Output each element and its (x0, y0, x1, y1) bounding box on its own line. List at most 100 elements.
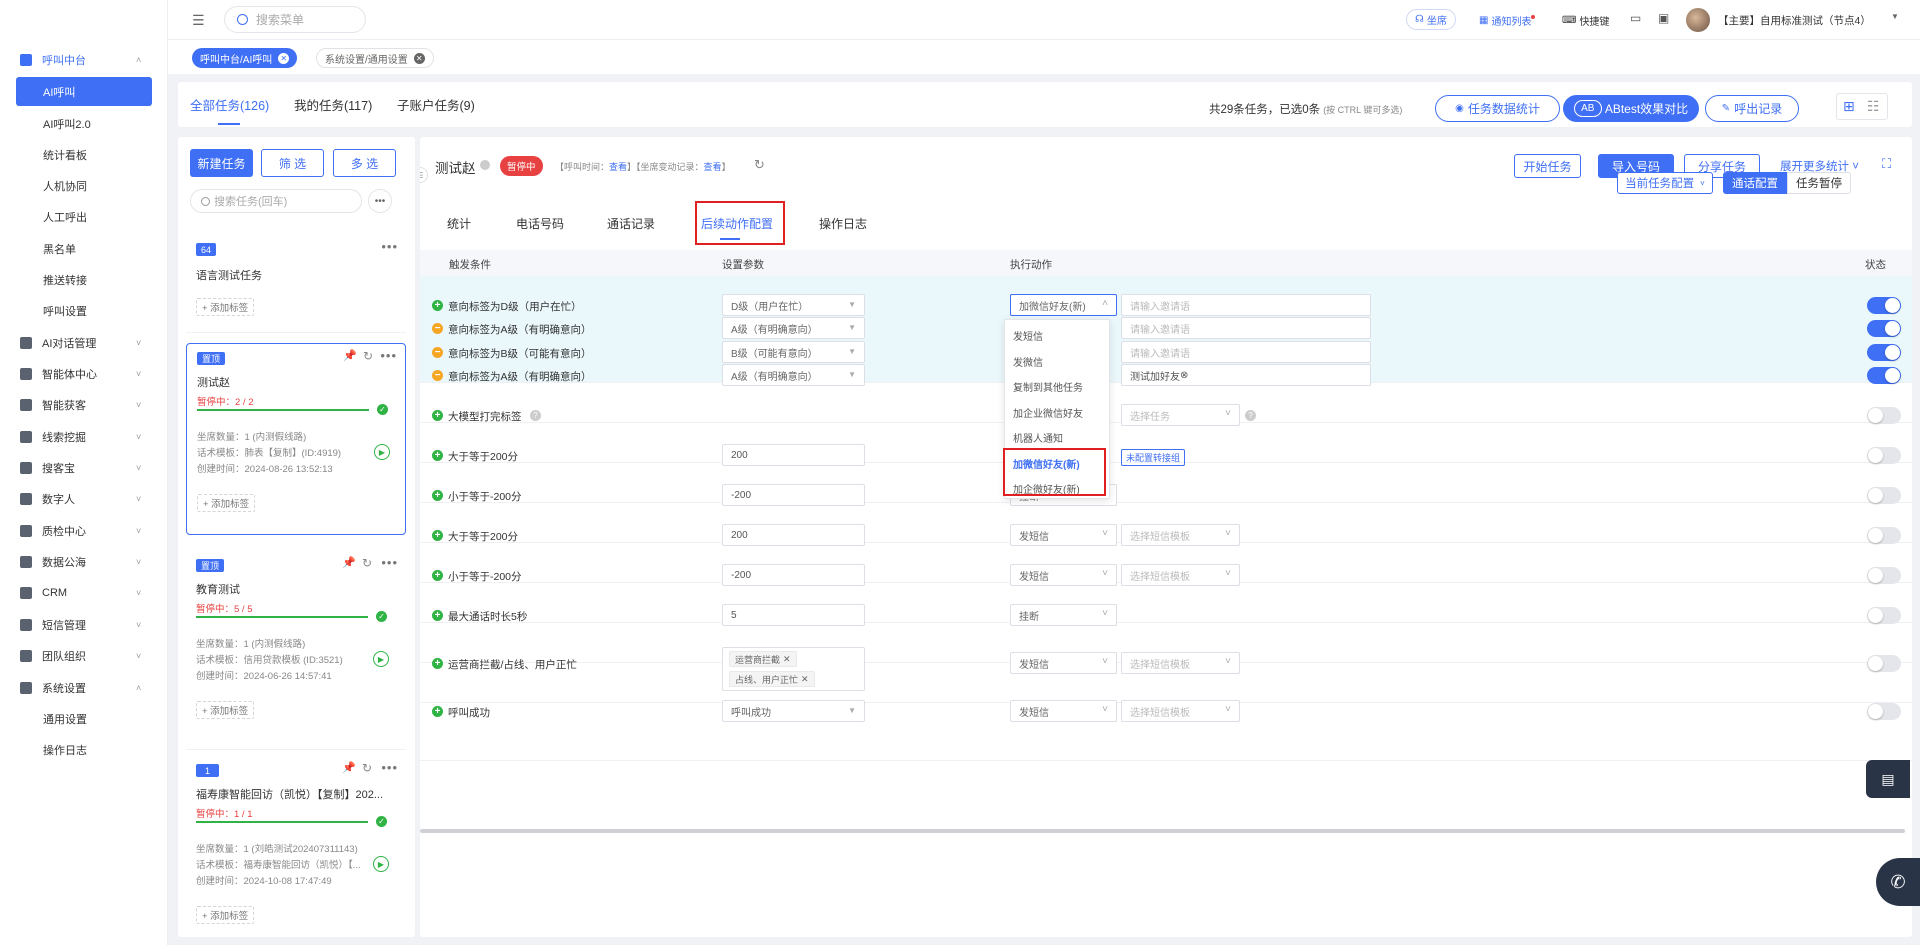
dropdown-option[interactable]: 发短信 (1005, 325, 1111, 346)
horizontal-scrollbar[interactable] (420, 829, 1905, 833)
lock-icon[interactable]: ▣ (1658, 11, 1669, 25)
more-icon[interactable]: ••• (381, 760, 398, 775)
sidebar-item-1[interactable]: AI呼叫 (16, 77, 152, 106)
status-toggle[interactable] (1867, 487, 1901, 504)
sidebar-item-10[interactable]: 智能体中心 ˅ (0, 359, 168, 389)
params-tag-select[interactable]: 运营商拦截 ✕ 占线、用户正忙 ✕ (722, 647, 865, 691)
tab-all-tasks[interactable]: 全部任务(126) (190, 95, 269, 114)
status-toggle[interactable] (1867, 655, 1901, 672)
add-condition-icon[interactable]: + (432, 706, 443, 717)
dropdown-option[interactable]: 机器人通知 (1005, 427, 1111, 448)
sidebar-item-2[interactable]: AI呼叫2.0 (0, 109, 168, 139)
action-select[interactable]: 发短信 ˅ (1010, 564, 1117, 586)
invite-message-input[interactable]: 请输入邀请语 (1121, 317, 1371, 339)
invite-message-input[interactable]: 请输入邀请语 (1121, 341, 1371, 363)
close-icon[interactable]: ✕ (801, 674, 809, 685)
refresh-icon[interactable]: ↻ (363, 349, 373, 363)
multi-select-button[interactable]: 多 选 (333, 149, 396, 177)
help-icon[interactable]: ? (530, 410, 541, 421)
status-toggle[interactable] (1867, 367, 1901, 384)
add-condition-icon[interactable]: + (432, 610, 443, 621)
param-input[interactable]: 200 (722, 524, 865, 546)
status-toggle[interactable] (1867, 703, 1901, 720)
action-select[interactable]: 发短信 ˅ (1010, 700, 1117, 722)
help-icon[interactable]: ? (1245, 410, 1256, 421)
sidebar-item-11[interactable]: 智能获客 ˅ (0, 390, 168, 420)
param-select[interactable]: A级（有明确意向） ▼ (722, 364, 865, 386)
filter-button[interactable]: 筛 选 (261, 149, 324, 177)
collapse-handle[interactable]: ☰ (420, 167, 428, 183)
sidebar-item-22[interactable]: 操作日志 (0, 735, 168, 765)
param-input[interactable]: 5 (722, 604, 865, 626)
play-icon[interactable]: ▶ (373, 651, 389, 667)
transfer-group-button[interactable]: 未配置转接组 (1121, 449, 1186, 466)
user-dropdown-icon[interactable]: ▼ (1891, 12, 1899, 21)
sidebar-item-8[interactable]: 呼叫设置 (0, 296, 168, 326)
avatar[interactable] (1686, 8, 1710, 32)
call-config-button[interactable]: 通话配置 (1723, 172, 1787, 194)
add-condition-icon[interactable]: + (432, 490, 443, 501)
sidebar-item-18[interactable]: 短信管理 ˅ (0, 610, 168, 640)
tag-general-settings[interactable]: 系统设置/通用设置 ✕ (316, 48, 434, 68)
status-toggle[interactable] (1867, 344, 1901, 361)
invite-message-input[interactable]: 请输入邀请语 (1121, 294, 1371, 316)
pin-icon[interactable]: 📌 (342, 556, 356, 569)
task-card[interactable]: 置顶 📌 ↻ ••• 教育测试 暂停中：5 / 5 ✓ 坐席数量：1 (内测假线… (186, 551, 406, 741)
action-select[interactable]: 发短信 ˅ (1010, 652, 1117, 674)
dropdown-option[interactable]: 加企业微信好友 (1005, 402, 1111, 423)
param-select[interactable]: A级（有明确意向） ▼ (722, 317, 865, 339)
status-toggle[interactable] (1867, 297, 1901, 314)
menu-search-input[interactable]: 搜索菜单 (224, 6, 366, 33)
sms-template-select[interactable]: 选择短信模板 ˅ (1121, 524, 1240, 546)
task-stats-button[interactable]: ◉ 任务数据统计 (1435, 95, 1560, 122)
sidebar-item-17[interactable]: CRM ˅ (0, 578, 168, 608)
status-toggle[interactable] (1867, 447, 1901, 464)
sidebar-item-6[interactable]: 黑名单 (0, 234, 168, 264)
tab-0[interactable]: 统计 (447, 215, 471, 232)
chat-widget-button[interactable]: ▤ (1866, 760, 1910, 798)
action-select[interactable]: 发短信 ˅ (1010, 524, 1117, 546)
close-icon[interactable]: ✕ (783, 654, 791, 665)
tab-my-tasks[interactable]: 我的任务(117) (294, 95, 372, 114)
status-toggle[interactable] (1867, 527, 1901, 544)
param-select[interactable]: 呼叫成功 ▼ (722, 700, 865, 722)
info-icon[interactable] (480, 160, 490, 170)
view-seat-changes-link[interactable]: 查看 (704, 162, 722, 172)
new-task-button[interactable]: 新建任务 (190, 149, 253, 177)
add-condition-icon[interactable]: + (432, 530, 443, 541)
status-toggle[interactable] (1867, 320, 1901, 337)
current-config-select[interactable]: 当前任务配置 ˅ (1617, 172, 1713, 194)
param-input[interactable]: -200 (722, 484, 865, 506)
more-icon[interactable]: ••• (381, 555, 398, 570)
sidebar-item-0[interactable]: 呼叫中台 ˄ (0, 45, 168, 75)
tab-sub-account-tasks[interactable]: 子账户任务(9) (397, 95, 475, 114)
shortcuts-button[interactable]: ⌨ 快捷键 (1562, 13, 1609, 28)
more-icon[interactable]: ••• (380, 348, 397, 363)
more-icon[interactable]: ••• (381, 239, 398, 254)
add-condition-icon[interactable]: + (432, 658, 443, 669)
param-input[interactable]: 200 (722, 444, 865, 466)
sidebar-item-9[interactable]: AI对话管理 ˅ (0, 328, 168, 358)
refresh-icon[interactable]: ↻ (754, 157, 765, 173)
task-pause-button[interactable]: 任务暂停 (1787, 172, 1851, 194)
play-icon[interactable]: ▶ (373, 856, 389, 872)
call-records-button[interactable]: ✎ 呼出记录 (1705, 95, 1799, 122)
add-condition-icon[interactable]: + (432, 450, 443, 461)
start-task-button[interactable]: 开始任务 (1514, 154, 1581, 178)
notifications-button[interactable]: ▦ 通知列表 (1479, 13, 1536, 28)
sidebar-item-7[interactable]: 推送转接 (0, 265, 168, 295)
task-card-selected[interactable]: 置顶 📌 ↻ ••• 测试赵 暂停中：2 / 2 ✓ 坐席数量：1 (内测假线路… (186, 343, 406, 535)
sidebar-item-3[interactable]: 统计看板 (0, 140, 168, 170)
invite-message-input[interactable]: 测试加好友 ⊗ (1121, 364, 1371, 386)
add-condition-icon[interactable]: + (432, 300, 443, 311)
sidebar-item-20[interactable]: 系统设置 ˄ (0, 673, 168, 703)
pin-icon[interactable]: 📌 (342, 761, 356, 774)
add-tag-button[interactable]: + 添加标签 (196, 906, 255, 924)
clear-icon[interactable]: ⊗ (1180, 370, 1188, 381)
param-input[interactable]: -200 (722, 564, 865, 586)
action-select[interactable]: 加微信好友(新) ˄ (1010, 294, 1117, 316)
param-select[interactable]: D级（用户在忙） ▼ (722, 294, 865, 316)
sms-template-select[interactable]: 选择短信模板 ˅ (1121, 652, 1240, 674)
sms-template-select[interactable]: 选择短信模板 ˅ (1121, 564, 1240, 586)
sidebar-item-13[interactable]: 搜客宝 ˅ (0, 453, 168, 483)
